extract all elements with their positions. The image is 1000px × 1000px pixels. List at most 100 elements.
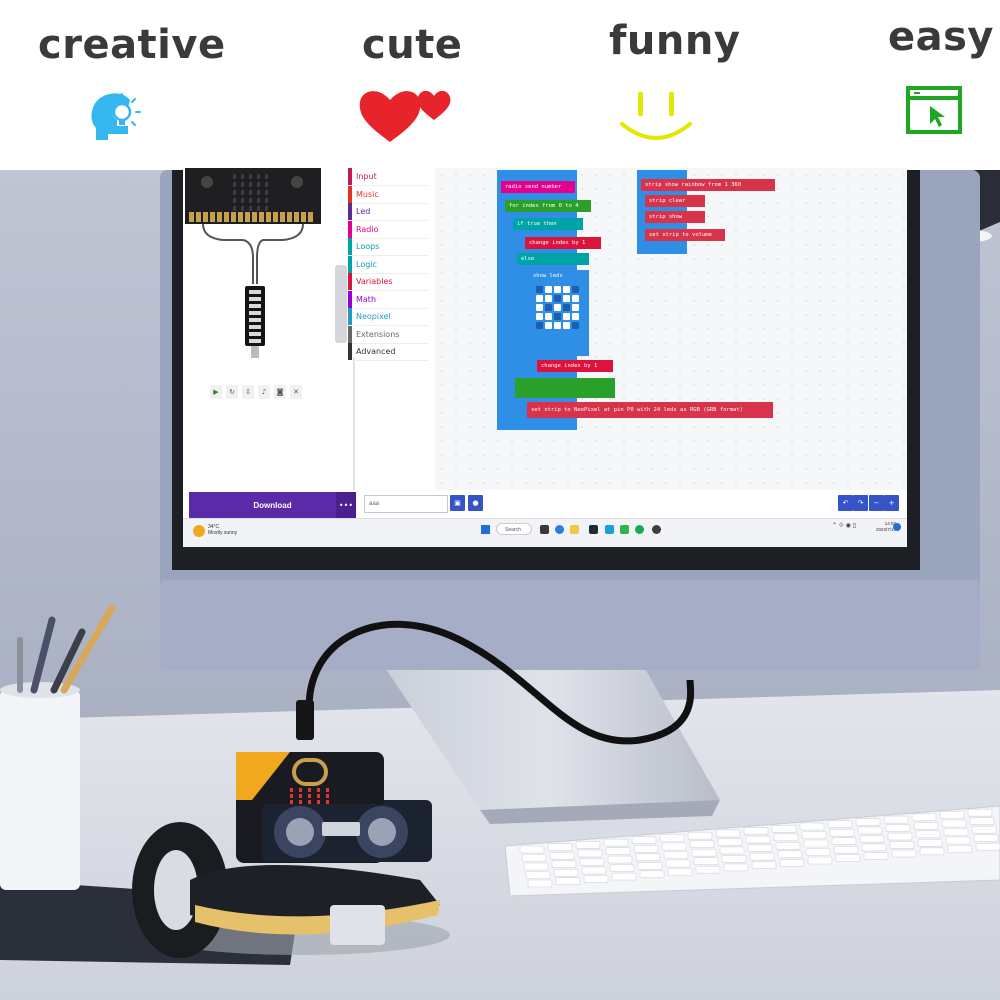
- led-cell[interactable]: [563, 286, 570, 293]
- keyboard-key: [691, 848, 717, 857]
- keyboard-key: [749, 852, 775, 861]
- notification-icon[interactable]: [893, 523, 901, 531]
- category-radio[interactable]: Radio: [356, 225, 378, 234]
- led-cell[interactable]: [572, 295, 579, 302]
- zoom-in-icon[interactable]: +: [884, 495, 899, 511]
- sim-led: [233, 174, 236, 179]
- category-music[interactable]: Music: [356, 190, 379, 199]
- keyboard-key: [883, 815, 909, 824]
- category-math[interactable]: Math: [356, 295, 376, 304]
- category-bar: [348, 220, 352, 238]
- led-cell[interactable]: [563, 322, 570, 329]
- robot-led: [299, 788, 302, 792]
- led-cell[interactable]: [545, 313, 552, 320]
- app-icon-2[interactable]: [635, 525, 644, 534]
- category-extensions[interactable]: Extensions: [356, 330, 399, 339]
- category-neopixel[interactable]: Neopixel: [356, 312, 391, 321]
- robot-led: [299, 794, 302, 798]
- set-strip-block[interactable]: set strip to NeoPixel at pin P0 with 24 …: [527, 402, 773, 418]
- toolbox-collapse-handle[interactable]: [335, 265, 347, 343]
- led-cell[interactable]: [572, 304, 579, 311]
- led-cell[interactable]: [545, 304, 552, 311]
- sim-led: [265, 182, 268, 187]
- category-variables[interactable]: Variables: [356, 277, 393, 286]
- category-logic[interactable]: Logic: [356, 260, 377, 269]
- windows-start-icon[interactable]: [481, 525, 490, 534]
- led-cell[interactable]: [554, 304, 561, 311]
- led-cell[interactable]: [563, 295, 570, 302]
- sim-led: [265, 198, 268, 203]
- sim-led: [241, 174, 244, 179]
- store-icon[interactable]: [589, 525, 598, 534]
- robot-led: [290, 800, 293, 804]
- github-icon[interactable]: ●: [468, 495, 483, 511]
- radio-send-block[interactable]: radio send number: [501, 181, 575, 193]
- led-cell[interactable]: [536, 322, 543, 329]
- weather-widget[interactable]: 34°C Mostly sunny: [208, 524, 237, 536]
- sim-led: [257, 182, 260, 187]
- restart-icon[interactable]: ↻: [226, 385, 238, 399]
- sim-led: [233, 206, 236, 211]
- github-desktop-icon[interactable]: [652, 525, 661, 534]
- category-input[interactable]: Input: [356, 172, 377, 181]
- led-cell[interactable]: [554, 286, 561, 293]
- fullscreen-icon[interactable]: ✕: [290, 385, 302, 399]
- edge-browser-icon[interactable]: [555, 525, 564, 534]
- task-view-icon[interactable]: [540, 525, 549, 534]
- led-cell[interactable]: [545, 295, 552, 302]
- led-cell[interactable]: [536, 304, 543, 311]
- strip-show-block[interactable]: strip show: [645, 211, 705, 223]
- led-cell[interactable]: [554, 313, 561, 320]
- led-cell[interactable]: [572, 313, 579, 320]
- undo-icon[interactable]: ↶: [838, 495, 853, 511]
- led-cell[interactable]: [545, 322, 552, 329]
- zoom-out-icon[interactable]: −: [869, 495, 884, 511]
- slowmo-icon[interactable]: ⇩: [242, 385, 254, 399]
- change-index-block-2[interactable]: change index by 1: [537, 360, 613, 372]
- category-loops[interactable]: Loops: [356, 242, 379, 251]
- more-button[interactable]: •••: [336, 492, 356, 518]
- category-advanced[interactable]: Advanced: [356, 347, 396, 356]
- led-cell[interactable]: [554, 322, 561, 329]
- show-rainbow-block[interactable]: strip show rainbow from 1 360: [641, 179, 775, 191]
- else-block[interactable]: else: [517, 253, 589, 265]
- redo-icon[interactable]: ↷: [853, 495, 868, 511]
- app-icon[interactable]: [605, 525, 614, 534]
- keyboard-key: [975, 842, 1000, 851]
- keyboard-key: [575, 841, 601, 849]
- sim-pin: [224, 212, 229, 222]
- tray-icons[interactable]: ⌃ ⟐ ◉ ▯: [832, 522, 856, 530]
- play-icon[interactable]: ▶: [210, 385, 222, 399]
- category-led[interactable]: Led: [356, 207, 370, 216]
- sim-led: [233, 198, 236, 203]
- taskbar-search[interactable]: Search: [496, 523, 532, 535]
- led-cell[interactable]: [563, 304, 570, 311]
- led-cell[interactable]: [554, 295, 561, 302]
- led-cell[interactable]: [545, 286, 552, 293]
- strip-clear-block[interactable]: strip clear: [645, 195, 705, 207]
- sim-pin: [273, 212, 278, 222]
- keyboard-key: [743, 827, 769, 835]
- led-cell[interactable]: [572, 322, 579, 329]
- download-button[interactable]: Download: [189, 492, 356, 518]
- sound-icon[interactable]: ♪: [258, 385, 270, 399]
- set-volume-block[interactable]: set strip to volume: [645, 229, 725, 241]
- led-cell[interactable]: [572, 286, 579, 293]
- keyboard-key: [831, 837, 857, 846]
- sim-led: [265, 174, 268, 179]
- led-cell[interactable]: [563, 313, 570, 320]
- keyboard-key: [827, 820, 853, 829]
- change-index-block-1[interactable]: change index by 1: [525, 237, 601, 249]
- if-block[interactable]: if true then: [513, 218, 583, 230]
- sim-led: [233, 190, 236, 195]
- screenshot-icon[interactable]: ◙: [274, 385, 286, 399]
- led-cell[interactable]: [536, 313, 543, 320]
- chat-icon[interactable]: [620, 525, 629, 534]
- for-loop-block[interactable]: for index from 0 to 4: [505, 200, 591, 212]
- save-icon[interactable]: ▣: [450, 495, 465, 511]
- keyboard-key: [723, 863, 749, 872]
- led-cell[interactable]: [536, 286, 543, 293]
- led-cell[interactable]: [536, 295, 543, 302]
- file-explorer-icon[interactable]: [570, 525, 579, 534]
- project-name-input[interactable]: aaa: [364, 495, 448, 513]
